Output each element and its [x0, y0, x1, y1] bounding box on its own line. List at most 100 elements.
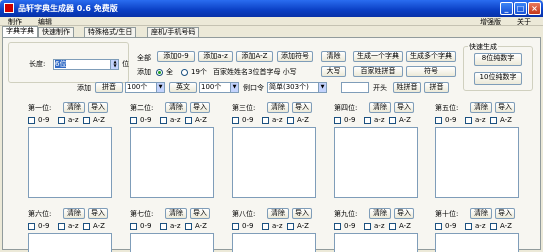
checkbox-az[interactable] [262, 117, 269, 124]
checkbox-az[interactable] [160, 223, 167, 230]
add-symbol-button[interactable]: 添加符号 [277, 51, 313, 62]
checkbox-az[interactable] [364, 223, 371, 230]
checkbox-az[interactable] [262, 223, 269, 230]
checkbox-AZ[interactable] [490, 223, 497, 230]
position-label: 第五位: [435, 104, 459, 112]
radio-19[interactable] [181, 69, 188, 76]
uppercase-button[interactable]: 大写 [321, 66, 346, 77]
add-AZ-button[interactable]: 添加A-Z [236, 51, 273, 62]
checkbox-AZ[interactable] [287, 223, 294, 230]
position-import-button[interactable]: 导入 [394, 102, 414, 113]
password-select[interactable]: 简单(303个) ▼ [267, 82, 327, 93]
minimize-button[interactable]: _ [500, 2, 513, 15]
generate-many-button[interactable]: 生成多个字典 [406, 51, 456, 62]
position-textarea[interactable] [232, 233, 316, 252]
position-clear-button[interactable]: 清除 [369, 102, 391, 113]
english-count-select[interactable]: 100个 ▼ [199, 82, 239, 93]
length-unit: 位 [122, 60, 129, 68]
checkbox-09[interactable] [130, 117, 137, 124]
position-clear-button[interactable]: 清除 [63, 102, 85, 113]
position-clear-button[interactable]: 清除 [63, 208, 85, 219]
gen-10digit-button[interactable]: 10位纯数字 [474, 72, 522, 85]
position-clear-button[interactable]: 清除 [165, 102, 187, 113]
checkbox-09[interactable] [28, 223, 35, 230]
checkbox-AZ[interactable] [389, 117, 396, 124]
start-input[interactable] [341, 82, 369, 93]
position-import-button[interactable]: 导入 [88, 102, 108, 113]
position-import-button[interactable]: 导入 [190, 102, 210, 113]
position-import-button[interactable]: 导入 [495, 208, 515, 219]
word-label: 例口令 [243, 84, 264, 92]
position-textarea[interactable] [28, 233, 112, 252]
position-import-button[interactable]: 导入 [495, 102, 515, 113]
generate-one-button[interactable]: 生成一个字典 [353, 51, 403, 62]
checkbox-09[interactable] [130, 223, 137, 230]
length-spinner[interactable]: ▲ ▼ [110, 59, 119, 70]
position-clear-button[interactable]: 清除 [470, 208, 492, 219]
checkbox-az[interactable] [160, 117, 167, 124]
checkbox-az[interactable] [465, 223, 472, 230]
position-textarea[interactable] [130, 127, 214, 198]
checkbox-AZ[interactable] [185, 117, 192, 124]
pinyin2-button[interactable]: 拼音 [424, 82, 449, 93]
checkbox-AZ[interactable] [389, 223, 396, 230]
position-clear-button[interactable]: 清除 [165, 208, 187, 219]
menu-edit[interactable]: 编辑 [38, 17, 52, 27]
checkbox-09-label: 0-9 [242, 222, 254, 230]
checkbox-09[interactable] [232, 117, 239, 124]
checkbox-09[interactable] [435, 223, 442, 230]
checkbox-AZ[interactable] [83, 223, 90, 230]
radio-all[interactable] [156, 69, 163, 76]
position-import-button[interactable]: 导入 [394, 208, 414, 219]
english-button[interactable]: 英文 [169, 82, 197, 93]
checkbox-az[interactable] [58, 117, 65, 124]
position-textarea[interactable] [232, 127, 316, 198]
close-button[interactable]: × [528, 2, 541, 15]
position-textarea[interactable] [435, 127, 519, 198]
pinyin-count-select[interactable]: 100个 ▼ [125, 82, 165, 93]
tab-quick-make[interactable]: 快速制作 [38, 27, 74, 37]
position-clear-button[interactable]: 清除 [470, 102, 492, 113]
menu-about[interactable]: 关于 [517, 17, 531, 27]
length-input[interactable]: 6位 [53, 59, 111, 70]
gen-8digit-button[interactable]: 8位纯数字 [474, 53, 522, 66]
position-textarea[interactable] [130, 233, 214, 252]
clear-all-button[interactable]: 清除 [321, 51, 346, 62]
checkbox-AZ[interactable] [83, 117, 90, 124]
position-import-button[interactable]: 导入 [190, 208, 210, 219]
position-textarea[interactable] [28, 127, 112, 198]
checkbox-az[interactable] [364, 117, 371, 124]
tab-special-format[interactable]: 特殊格式/生日 [84, 27, 137, 37]
position-import-button[interactable]: 导入 [292, 208, 312, 219]
position-clear-button[interactable]: 清除 [267, 102, 289, 113]
checkbox-09-label: 0-9 [445, 222, 457, 230]
checkbox-09[interactable] [334, 117, 341, 124]
checkbox-az[interactable] [465, 117, 472, 124]
checkbox-az-label: a-z [170, 222, 181, 230]
checkbox-AZ[interactable] [490, 117, 497, 124]
menu-enhanced[interactable]: 增强版 [480, 17, 501, 27]
pinyin-button[interactable]: 拼音 [95, 82, 123, 93]
checkbox-09[interactable] [334, 223, 341, 230]
checkbox-AZ[interactable] [287, 117, 294, 124]
checkbox-09[interactable] [28, 117, 35, 124]
symbol-button[interactable]: 符号 [406, 66, 456, 77]
position-textarea[interactable] [334, 127, 418, 198]
position-clear-button[interactable]: 清除 [267, 208, 289, 219]
position-import-button[interactable]: 导入 [88, 208, 108, 219]
add-09-button[interactable]: 添加0-9 [157, 51, 195, 62]
checkbox-09[interactable] [232, 223, 239, 230]
checkbox-az[interactable] [58, 223, 65, 230]
checkbox-AZ[interactable] [185, 223, 192, 230]
tab-phone-number[interactable]: 座机/手机号码 [147, 27, 200, 37]
checkbox-09[interactable] [435, 117, 442, 124]
position-textarea[interactable] [435, 233, 519, 252]
maximize-button[interactable]: □ [514, 2, 527, 15]
surname-pinyin2-button[interactable]: 姓拼音 [393, 82, 421, 93]
position-clear-button[interactable]: 清除 [369, 208, 391, 219]
position-import-button[interactable]: 导入 [292, 102, 312, 113]
add-az-button[interactable]: 添加a-z [198, 51, 233, 62]
tab-dictionary[interactable]: 字典字典 [2, 26, 38, 37]
position-textarea[interactable] [334, 233, 418, 252]
surname-pinyin-button[interactable]: 百家姓拼音 [353, 66, 403, 77]
